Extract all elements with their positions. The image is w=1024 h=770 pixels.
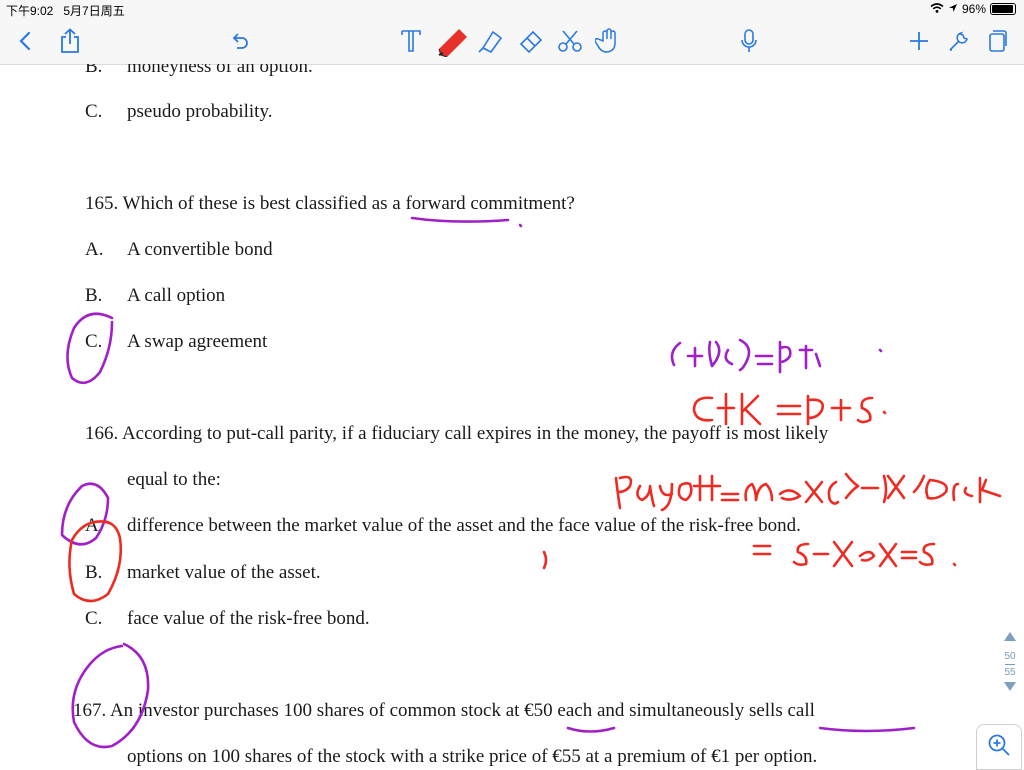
- status-bar: 下午9:02 5月7日周五 96%: [0, 0, 1024, 18]
- question-166-line2: equal to the:: [127, 469, 221, 490]
- pages-icon[interactable]: [982, 26, 1012, 56]
- question-167-line2: options on 100 shares of the stock with …: [127, 746, 818, 767]
- question-166-line1: 166. According to put-call parity, if a …: [85, 423, 829, 444]
- status-time: 下午9:02: [6, 4, 54, 18]
- prev-option-b-label: B.: [85, 64, 103, 77]
- q166-option-c-label: C.: [85, 608, 103, 629]
- undo-icon[interactable]: [225, 26, 255, 56]
- page-current: 50: [1004, 651, 1016, 662]
- battery-fill: [992, 5, 1013, 13]
- wifi-icon: [930, 2, 944, 16]
- q165-option-a-label: A.: [85, 239, 104, 260]
- status-right: 96%: [930, 2, 1016, 16]
- location-icon: [948, 2, 958, 16]
- q165-option-c-text: A swap agreement: [127, 331, 268, 352]
- battery-icon: [990, 3, 1016, 15]
- q166-option-a-label: A.: [85, 515, 104, 536]
- text-tool-icon[interactable]: [396, 26, 426, 56]
- prev-option-c-text: pseudo probability.: [127, 101, 273, 122]
- eraser-icon[interactable]: [516, 26, 546, 56]
- q165-option-b-label: B.: [85, 285, 103, 306]
- question-167-line1: 167. An investor purchases 100 shares of…: [73, 700, 815, 721]
- page-divider: [1005, 664, 1015, 665]
- q166-option-b-label: B.: [85, 562, 103, 583]
- prev-option-b-text: moneyness of an option.: [127, 64, 313, 77]
- share-icon[interactable]: [55, 26, 85, 56]
- toolbar: [0, 18, 1024, 65]
- q165-option-c-label: C.: [85, 331, 103, 352]
- prev-option-c-label: C.: [85, 101, 103, 122]
- document-page[interactable]: B. moneyness of an option. C. pseudo pro…: [0, 64, 1024, 768]
- zoom-in-icon: [986, 732, 1012, 763]
- scissors-icon[interactable]: [556, 26, 586, 56]
- back-icon[interactable]: [10, 26, 40, 56]
- question-165: 165. Which of these is best classified a…: [85, 193, 575, 214]
- highlighter-icon[interactable]: [476, 26, 506, 56]
- battery-percent: 96%: [961, 2, 986, 16]
- page-total: 55: [1004, 667, 1016, 678]
- q166-option-c-text: face value of the risk-free bond.: [127, 608, 370, 629]
- pen-icon[interactable]: [434, 26, 472, 57]
- q165-option-a-text: A convertible bond: [127, 239, 273, 260]
- wrench-icon[interactable]: [944, 26, 974, 56]
- add-icon[interactable]: [904, 26, 934, 56]
- status-date: 5月7日周五: [63, 4, 125, 18]
- zoom-in-button[interactable]: [976, 724, 1022, 770]
- page-down-icon[interactable]: [1004, 682, 1016, 691]
- status-time-date: 下午9:02 5月7日周五: [6, 2, 125, 19]
- page-up-icon[interactable]: [1004, 632, 1016, 641]
- hand-icon[interactable]: [594, 26, 624, 56]
- page-navigator: 50 55: [996, 632, 1024, 704]
- microphone-icon[interactable]: [734, 26, 764, 56]
- q166-option-b-text: market value of the asset.: [127, 562, 321, 583]
- q165-option-b-text: A call option: [127, 285, 226, 306]
- q166-option-a-text: difference between the market value of t…: [127, 515, 801, 536]
